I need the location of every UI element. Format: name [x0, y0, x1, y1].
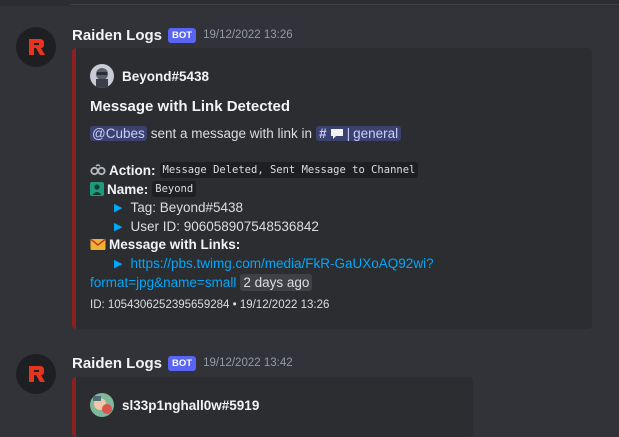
- message-header: Raiden Logs BOT 19/12/2022 13:26: [72, 25, 293, 45]
- hash-icon: #: [319, 126, 327, 141]
- arrow-right-icon: ▶: [114, 221, 123, 233]
- name-value: Beyond: [152, 181, 197, 197]
- embed-author-avatar[interactable]: [90, 393, 114, 417]
- raiden-logo-avatar[interactable]: [16, 354, 56, 394]
- channel-mention[interactable]: # | general: [316, 126, 402, 141]
- arrow-right-icon: ▶: [114, 258, 123, 270]
- embed-author-name[interactable]: sl33p1nghall0w#5919: [122, 398, 259, 413]
- name-field: Name: Beyond: [90, 181, 197, 197]
- embed-title: Message with Link Detected: [90, 98, 291, 115]
- link-line-2: format=jpg&name=small 2 days ago: [90, 274, 313, 291]
- arrow-right-icon: ▶: [114, 202, 123, 214]
- links-label: Message with Links:: [109, 237, 241, 252]
- action-field: Action: Message Deleted, Sent Message to…: [90, 162, 419, 178]
- author-name[interactable]: Raiden Logs: [72, 355, 162, 372]
- raiden-logo-icon: [29, 366, 45, 382]
- embed-author: sl33p1nghall0w#5919: [90, 393, 259, 417]
- action-label: Action:: [109, 162, 156, 178]
- embed-author-name[interactable]: Beyond#5438: [122, 69, 209, 84]
- name-label: Name:: [107, 181, 149, 197]
- description-text: sent a message with link in: [150, 126, 313, 141]
- message-timestamp[interactable]: 19/12/2022 13:42: [203, 357, 293, 369]
- action-value: Message Deleted, Sent Message to Channel: [159, 162, 419, 178]
- user-mention[interactable]: @Cubes: [90, 126, 147, 141]
- raiden-logo-icon: [29, 39, 45, 55]
- message-embed: Beyond#5438 Message with Link Detected @…: [72, 48, 592, 329]
- message-header: Raiden Logs BOT 19/12/2022 13:42: [72, 353, 293, 373]
- user-avatar-icon: [90, 393, 114, 417]
- embed-footer: ID: 1054306252395659284 • 19/12/2022 13:…: [90, 299, 330, 311]
- embed-description: @Cubes sent a message with link in # | g…: [90, 126, 402, 141]
- message-embed: sl33p1nghall0w#5919: [72, 377, 473, 437]
- user-id-line: ▶ User ID: 906058907548536842: [114, 219, 319, 234]
- speech-bubble-icon: [330, 128, 344, 140]
- media-link-continued[interactable]: format=jpg&name=small: [90, 275, 236, 290]
- bot-tag: BOT: [168, 355, 197, 371]
- user-id: User ID: 906058907548536842: [130, 219, 319, 234]
- bot-tag: BOT: [168, 27, 197, 43]
- author-name[interactable]: Raiden Logs: [72, 27, 162, 44]
- user-avatar-icon: [90, 64, 114, 88]
- message-timestamp[interactable]: 19/12/2022 13:26: [203, 29, 293, 41]
- channel-name: general: [353, 126, 399, 141]
- channel-separator: |: [346, 126, 351, 141]
- tag-line: ▶ Tag: Beyond#5438: [114, 200, 243, 215]
- media-link[interactable]: https://pbs.twimg.com/media/FkR-GaUXoAQ9…: [130, 256, 433, 271]
- user-tag: Tag: Beyond#5438: [130, 200, 244, 215]
- embed-author: Beyond#5438: [90, 64, 209, 88]
- envelope-icon: [90, 238, 106, 251]
- handcuffs-icon: [90, 163, 106, 177]
- raiden-logo-avatar[interactable]: [16, 27, 56, 67]
- links-field: Message with Links:: [90, 237, 240, 252]
- previous-message-edge: [0, 0, 619, 6]
- link-line-1: ▶ https://pbs.twimg.com/media/FkR-GaUXoA…: [114, 256, 434, 271]
- embed-author-avatar[interactable]: [90, 64, 114, 88]
- bust-in-silhouette-icon: [90, 182, 104, 196]
- relative-time[interactable]: 2 days ago: [240, 274, 313, 291]
